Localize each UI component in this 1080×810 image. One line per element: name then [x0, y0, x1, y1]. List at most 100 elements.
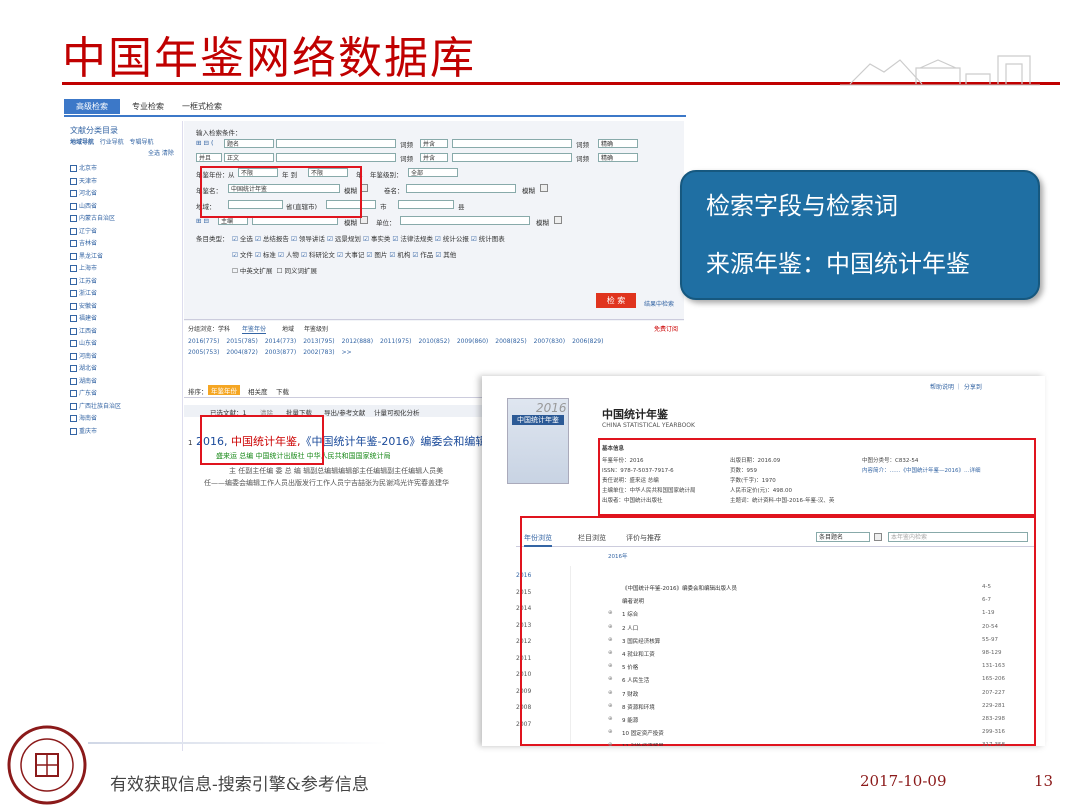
match-select-2[interactable]: 精确 — [598, 153, 638, 162]
region-checkbox[interactable] — [70, 190, 77, 197]
sidebar-region-item[interactable]: 天津市 — [70, 176, 97, 185]
sidebar-region-item[interactable]: 江苏省 — [70, 276, 97, 285]
toc-item[interactable]: 3 国民经济核算 — [622, 637, 660, 645]
region-checkbox[interactable] — [70, 315, 77, 322]
year-group-link[interactable]: 2007(830) — [534, 338, 565, 345]
year-group-link[interactable]: 2010(852) — [418, 338, 449, 345]
toc-item[interactable]: 编者说明 — [622, 597, 644, 605]
group-tab-region[interactable]: 地域 — [282, 324, 294, 333]
op-select-1[interactable]: 并含 — [420, 139, 448, 148]
type-checkbox[interactable]: ☑ — [255, 235, 263, 243]
group-tab-year[interactable]: 年鉴年份 — [242, 324, 267, 334]
type-checkbox[interactable]: ☑ — [232, 235, 240, 243]
year-group-link[interactable]: 2012(888) — [342, 338, 373, 345]
region-checkbox[interactable] — [70, 277, 77, 285]
basic-info-right-row[interactable]: 内容简介：……《中国统计年鉴—2016》…详细 — [862, 466, 981, 474]
toc-expand-icon[interactable]: ⊕ — [608, 650, 613, 656]
sidebar-region-item[interactable]: 福建省 — [70, 313, 97, 322]
search-button[interactable]: 检 索 — [596, 293, 636, 308]
region-checkbox[interactable] — [70, 402, 77, 410]
tab-professional-search[interactable]: 专业检索 — [122, 99, 174, 114]
toc-expand-icon[interactable]: ⊕ — [608, 716, 613, 722]
match-select-1[interactable]: 精确 — [598, 139, 638, 148]
toc-item[interactable]: 8 资源和环境 — [622, 703, 655, 711]
field-select-1[interactable]: 题名 — [224, 139, 274, 148]
sidebar-region-item[interactable]: 安徽省 — [70, 301, 97, 310]
type-checkbox[interactable]: ☑ — [363, 235, 371, 243]
type-checkbox[interactable]: ☑ — [471, 235, 479, 243]
region-checkbox[interactable] — [70, 202, 77, 210]
toc-item[interactable]: 11 对外经济贸易 — [622, 742, 664, 746]
year-group-link[interactable]: 2006(829) — [572, 338, 603, 345]
region-checkbox[interactable] — [70, 377, 77, 385]
toc-item[interactable]: 4 就业和工资 — [622, 650, 655, 658]
toc-expand-icon[interactable]: ⊕ — [608, 729, 613, 735]
sidebar-region-item[interactable]: 广西壮族自治区 — [70, 401, 121, 410]
nav-album[interactable]: 专辑导航 — [130, 139, 154, 146]
toc-expand-icon[interactable]: ⊕ — [608, 676, 613, 682]
group-tab-level[interactable]: 年鉴级别 — [304, 324, 328, 333]
op-select-2[interactable]: 并含 — [420, 153, 448, 162]
year-group-link[interactable]: 2005(753) — [188, 349, 219, 356]
sidebar-region-item[interactable]: 内蒙古自治区 — [70, 213, 115, 222]
sidebar-region-item[interactable]: 吉林省 — [70, 238, 97, 247]
toc-item[interactable]: 5 价格 — [622, 663, 638, 671]
sidebar-region-item[interactable]: 湖南省 — [70, 376, 97, 385]
toc-item[interactable]: 2 人口 — [622, 624, 638, 632]
sidebar-region-item[interactable]: 上海市 — [70, 263, 97, 272]
nav-region[interactable]: 地域导航 — [70, 139, 94, 146]
sidebar-region-item[interactable]: 江西省 — [70, 326, 97, 335]
sort-by-year[interactable]: 年鉴年份 — [208, 385, 240, 395]
type-checkbox[interactable]: ☑ — [327, 235, 335, 243]
select-all-clear[interactable]: 全选 清除 — [148, 148, 174, 157]
sidebar-region-item[interactable]: 山西省 — [70, 201, 97, 210]
tab-advanced-search[interactable]: 高级检索 — [64, 99, 120, 114]
toc-expand-icon[interactable]: ⊕ — [608, 610, 613, 616]
year-group-link[interactable]: 2009(860) — [457, 338, 488, 345]
toc-expand-icon[interactable]: ⊕ — [608, 742, 613, 746]
toc-item[interactable]: 9 能源 — [622, 716, 638, 724]
sidebar-region-item[interactable]: 浙江省 — [70, 288, 97, 297]
sidebar-region-item[interactable]: 辽宁省 — [70, 226, 97, 235]
county-input[interactable] — [398, 200, 454, 209]
field-select-2[interactable]: 正文 — [224, 153, 274, 162]
toc-expand-icon[interactable]: ⊕ — [608, 624, 613, 630]
sort-by-download[interactable]: 下载 — [276, 386, 289, 396]
year-group-link[interactable]: >> — [342, 349, 352, 356]
toc-item[interactable]: 7 财政 — [622, 690, 638, 698]
year-group-link[interactable]: 2008(825) — [495, 338, 526, 345]
tab-single-box-search[interactable]: 一框式检索 — [176, 99, 228, 114]
nav-industry[interactable]: 行业导航 — [100, 139, 124, 146]
free-subscribe-link[interactable]: 免费订阅 — [654, 324, 678, 333]
region-checkbox[interactable] — [70, 427, 77, 435]
region-checkbox[interactable] — [70, 352, 77, 360]
toc-item[interactable]: 10 固定资产投资 — [622, 729, 664, 737]
toc-item[interactable]: 《中国统计年鉴-2016》编委会和编辑出版人员 — [622, 584, 737, 592]
toc-item[interactable]: 6 人民生活 — [622, 676, 649, 684]
add-remove-editor-icon[interactable]: ⊞ ⊟ — [196, 217, 209, 225]
toc-expand-icon[interactable]: ⊕ — [608, 690, 613, 696]
year-group-link[interactable]: 2016(775) — [188, 338, 219, 345]
region-checkbox[interactable] — [70, 340, 77, 347]
sidebar-region-item[interactable]: 北京市 — [70, 163, 97, 172]
region-checkbox[interactable] — [70, 165, 77, 172]
region-checkbox[interactable] — [70, 177, 77, 185]
sort-by-relevance[interactable]: 相关度 — [248, 386, 268, 396]
type-checkbox[interactable]: ☑ — [337, 251, 345, 259]
toc-expand-icon[interactable]: ⊕ — [608, 663, 613, 669]
search-in-results-link[interactable]: 结果中检索 — [644, 299, 674, 308]
sidebar-region-item[interactable]: 广东省 — [70, 388, 97, 397]
sidebar-region-item[interactable]: 河北省 — [70, 188, 97, 197]
region-checkbox[interactable] — [70, 415, 77, 422]
year-group-link[interactable]: 2011(975) — [380, 338, 411, 345]
volume-match-dropdown-icon[interactable] — [540, 184, 548, 192]
sidebar-region-item[interactable]: 重庆市 — [70, 426, 97, 435]
help-share-links[interactable]: 帮助说明 ｜ 分享到 — [930, 382, 982, 391]
sidebar-region-item[interactable]: 海南省 — [70, 413, 97, 422]
region-checkbox[interactable] — [70, 302, 77, 310]
region-checkbox[interactable] — [70, 365, 77, 372]
year-group-link[interactable]: 2002(783) — [303, 349, 334, 356]
type-checkbox[interactable]: ☑ — [301, 251, 309, 259]
region-checkbox[interactable] — [70, 215, 77, 222]
type-checkbox[interactable]: ☑ — [255, 251, 263, 259]
